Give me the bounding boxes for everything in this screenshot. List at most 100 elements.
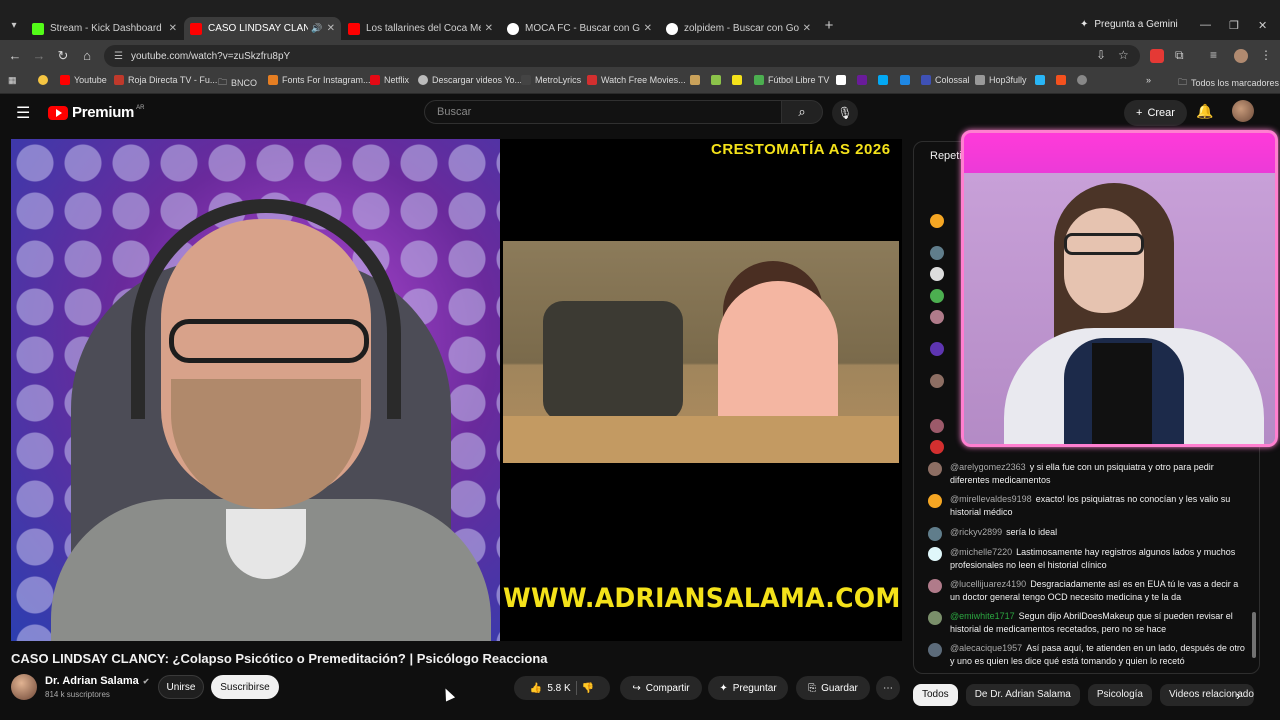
gemini-button[interactable]: ✦ Pregunta a Gemini <box>1080 19 1178 30</box>
bookmark-futbol-libre[interactable]: Fútbol Libre TV <box>754 75 829 85</box>
bookmark-misc-4[interactable] <box>836 75 846 85</box>
bookmark-label: Youtube <box>74 75 107 85</box>
youtube-logo[interactable]: Premium AR <box>48 104 144 121</box>
apps-grid-icon[interactable]: ▦ <box>8 75 17 86</box>
chevron-right-icon[interactable]: › <box>1236 688 1240 703</box>
chat-username[interactable]: @arelygomez2363 <box>950 462 1026 472</box>
bookmark-misc-7[interactable] <box>900 75 910 85</box>
bookmark-label: Fútbol Libre TV <box>768 75 830 85</box>
like-count: 5.8 K <box>547 682 571 694</box>
site-info-icon[interactable]: ☰ <box>114 51 123 62</box>
close-icon[interactable]: ✕ <box>327 23 335 34</box>
bookmark-misc-9[interactable] <box>1056 75 1066 85</box>
microphone-icon[interactable]: 🎙 <box>832 100 858 126</box>
chip-channel[interactable]: De Dr. Adrian Salama <box>965 684 1080 706</box>
bookmark-emoji[interactable] <box>38 75 48 85</box>
forward-button[interactable]: → <box>31 48 47 64</box>
channel-name[interactable]: Dr. Adrian Salama ✔ <box>45 675 149 687</box>
tab-kick-dashboard[interactable]: Stream - Kick Dashboard ✕ <box>26 17 183 40</box>
menu-icon[interactable]: ☰ <box>16 106 30 122</box>
close-icon[interactable]: ✕ <box>485 23 493 34</box>
bookmark-label: BNCO <box>231 78 258 88</box>
chat-username[interactable]: @rickyv2899 <box>950 527 1002 537</box>
menu-kebab-icon[interactable]: ⋮ <box>1260 48 1272 62</box>
bookmark-bnco[interactable]: 🗀 BNCO <box>218 75 257 91</box>
bookmark-metrolyrics[interactable]: MetroLyrics <box>521 75 581 85</box>
tab-google-zolpidem[interactable]: zolpidem - Buscar con Google ✕ <box>660 17 817 40</box>
thumbs-down-icon[interactable]: 👎 <box>582 683 594 694</box>
tab-youtube-video[interactable]: CASO LINDSAY CLANCY: ¿C 🔊 ✕ <box>184 17 341 40</box>
bookmark-roja-directa[interactable]: Roja Directa TV - Fu... <box>114 75 217 85</box>
chat-avatar <box>928 643 942 657</box>
close-icon[interactable]: ✕ <box>644 23 652 34</box>
bookmark-misc-8[interactable] <box>1035 75 1045 85</box>
bookmark-misc-2[interactable] <box>711 75 721 85</box>
chat-message: @arelygomez2363 y si ella fue con un psiq… <box>928 461 1250 487</box>
back-button[interactable]: ← <box>7 48 23 64</box>
media-control-icon[interactable]: ≡ <box>1210 48 1217 62</box>
save-button[interactable]: ⎘ Guardar <box>796 676 870 700</box>
bookmark-misc-6[interactable] <box>878 75 888 85</box>
install-icon[interactable]: ⇩ <box>1096 48 1106 62</box>
search-input[interactable]: Buscar <box>424 100 782 124</box>
ask-button[interactable]: ✦ Preguntar <box>708 676 788 700</box>
chat-username[interactable]: @emiwhite1717 <box>950 611 1015 621</box>
home-icon[interactable]: ⌂ <box>79 48 95 64</box>
video-player[interactable]: CRESTOMATÍA AS 2026 WWW.ADRIANSALAMA.COM <box>11 139 902 641</box>
address-bar[interactable]: ☰ youtube.com/watch?v=zuSkzfru8pY <box>104 45 1140 67</box>
bookmark-star-icon[interactable]: ☆ <box>1118 48 1129 62</box>
chip-all[interactable]: Todos <box>913 684 958 706</box>
chat-username[interactable]: @alecacique1957 <box>950 643 1022 653</box>
bookmark-descargar[interactable]: Descargar videos Yo... <box>418 75 522 85</box>
join-label: Unirse <box>166 681 196 693</box>
create-button[interactable]: + Crear <box>1124 100 1187 126</box>
more-actions-icon[interactable]: ⋯ <box>876 676 900 700</box>
channel-avatar[interactable] <box>11 674 37 700</box>
chat-username[interactable]: @lucellijuarez4190 <box>950 579 1026 589</box>
bookmark-fonts[interactable]: Fonts For Instagram... <box>268 75 371 85</box>
extension-icon[interactable] <box>1150 49 1164 63</box>
mouse-cursor <box>440 686 456 702</box>
subscribe-button[interactable]: Suscribirse <box>211 675 279 699</box>
chat-username[interactable]: @mirellevaldes9198 <box>950 494 1032 504</box>
share-button[interactable]: ↪ Compartir <box>620 676 702 700</box>
close-icon[interactable]: ✕ <box>169 23 177 34</box>
close-window-button[interactable]: ✕ <box>1258 19 1267 32</box>
bookmark-hop3fully[interactable]: Hop3fully <box>975 75 1027 85</box>
chat-scrollbar[interactable] <box>1252 612 1256 658</box>
tab-google-moca[interactable]: MOCA FC - Buscar con Google ✕ <box>501 17 658 40</box>
profile-avatar[interactable] <box>1234 49 1248 63</box>
search-icon[interactable]: ⌕ <box>781 100 823 124</box>
bookmark-misc-3[interactable] <box>732 75 742 85</box>
tab-youtube-tallarines[interactable]: Los tallarines del Coca Mendoza ✕ <box>342 17 499 40</box>
chat-username[interactable]: @michelle7220 <box>950 547 1012 557</box>
account-avatar[interactable] <box>1232 100 1254 122</box>
bookmark-watch-movies[interactable]: Watch Free Movies... <box>587 75 686 85</box>
subscribe-label: Suscribirse <box>220 681 270 693</box>
bookmark-misc-10[interactable] <box>1077 75 1087 85</box>
all-bookmarks[interactable]: 🗀 Todos los marcadores <box>1178 75 1279 91</box>
save-label: Guardar <box>821 682 858 694</box>
reload-button[interactable]: ↻ <box>55 48 71 64</box>
close-icon[interactable]: ✕ <box>803 23 811 34</box>
more-bookmarks-icon[interactable]: » <box>1146 75 1151 85</box>
extensions-puzzle-icon[interactable]: ⧉ <box>1175 48 1184 63</box>
bookmark-misc-5[interactable] <box>857 75 867 85</box>
bookmark-youtube[interactable]: Youtube <box>60 75 107 85</box>
chat-avatar <box>928 462 942 476</box>
bookmark-misc-1[interactable] <box>690 75 700 85</box>
restore-button[interactable]: ❐ <box>1229 19 1239 32</box>
chat-avatar <box>930 289 944 303</box>
bookmark-colossal[interactable]: Colossal <box>921 75 970 85</box>
bookmark-icon <box>900 75 910 85</box>
tab-search-icon[interactable]: ▾ <box>6 18 22 34</box>
chat-avatar <box>930 267 944 281</box>
like-button[interactable]: 👍 5.8 K <box>530 683 571 694</box>
chip-psychology[interactable]: Psicología <box>1087 684 1152 706</box>
join-button[interactable]: Unirse <box>158 675 204 699</box>
new-tab-button[interactable]: + <box>822 18 836 33</box>
speaker-icon[interactable]: 🔊 <box>311 23 322 34</box>
notifications-bell-icon[interactable]: 🔔 <box>1196 103 1213 120</box>
bookmark-netflix[interactable]: Netflix <box>370 75 409 85</box>
minimize-button[interactable]: — <box>1200 19 1211 31</box>
